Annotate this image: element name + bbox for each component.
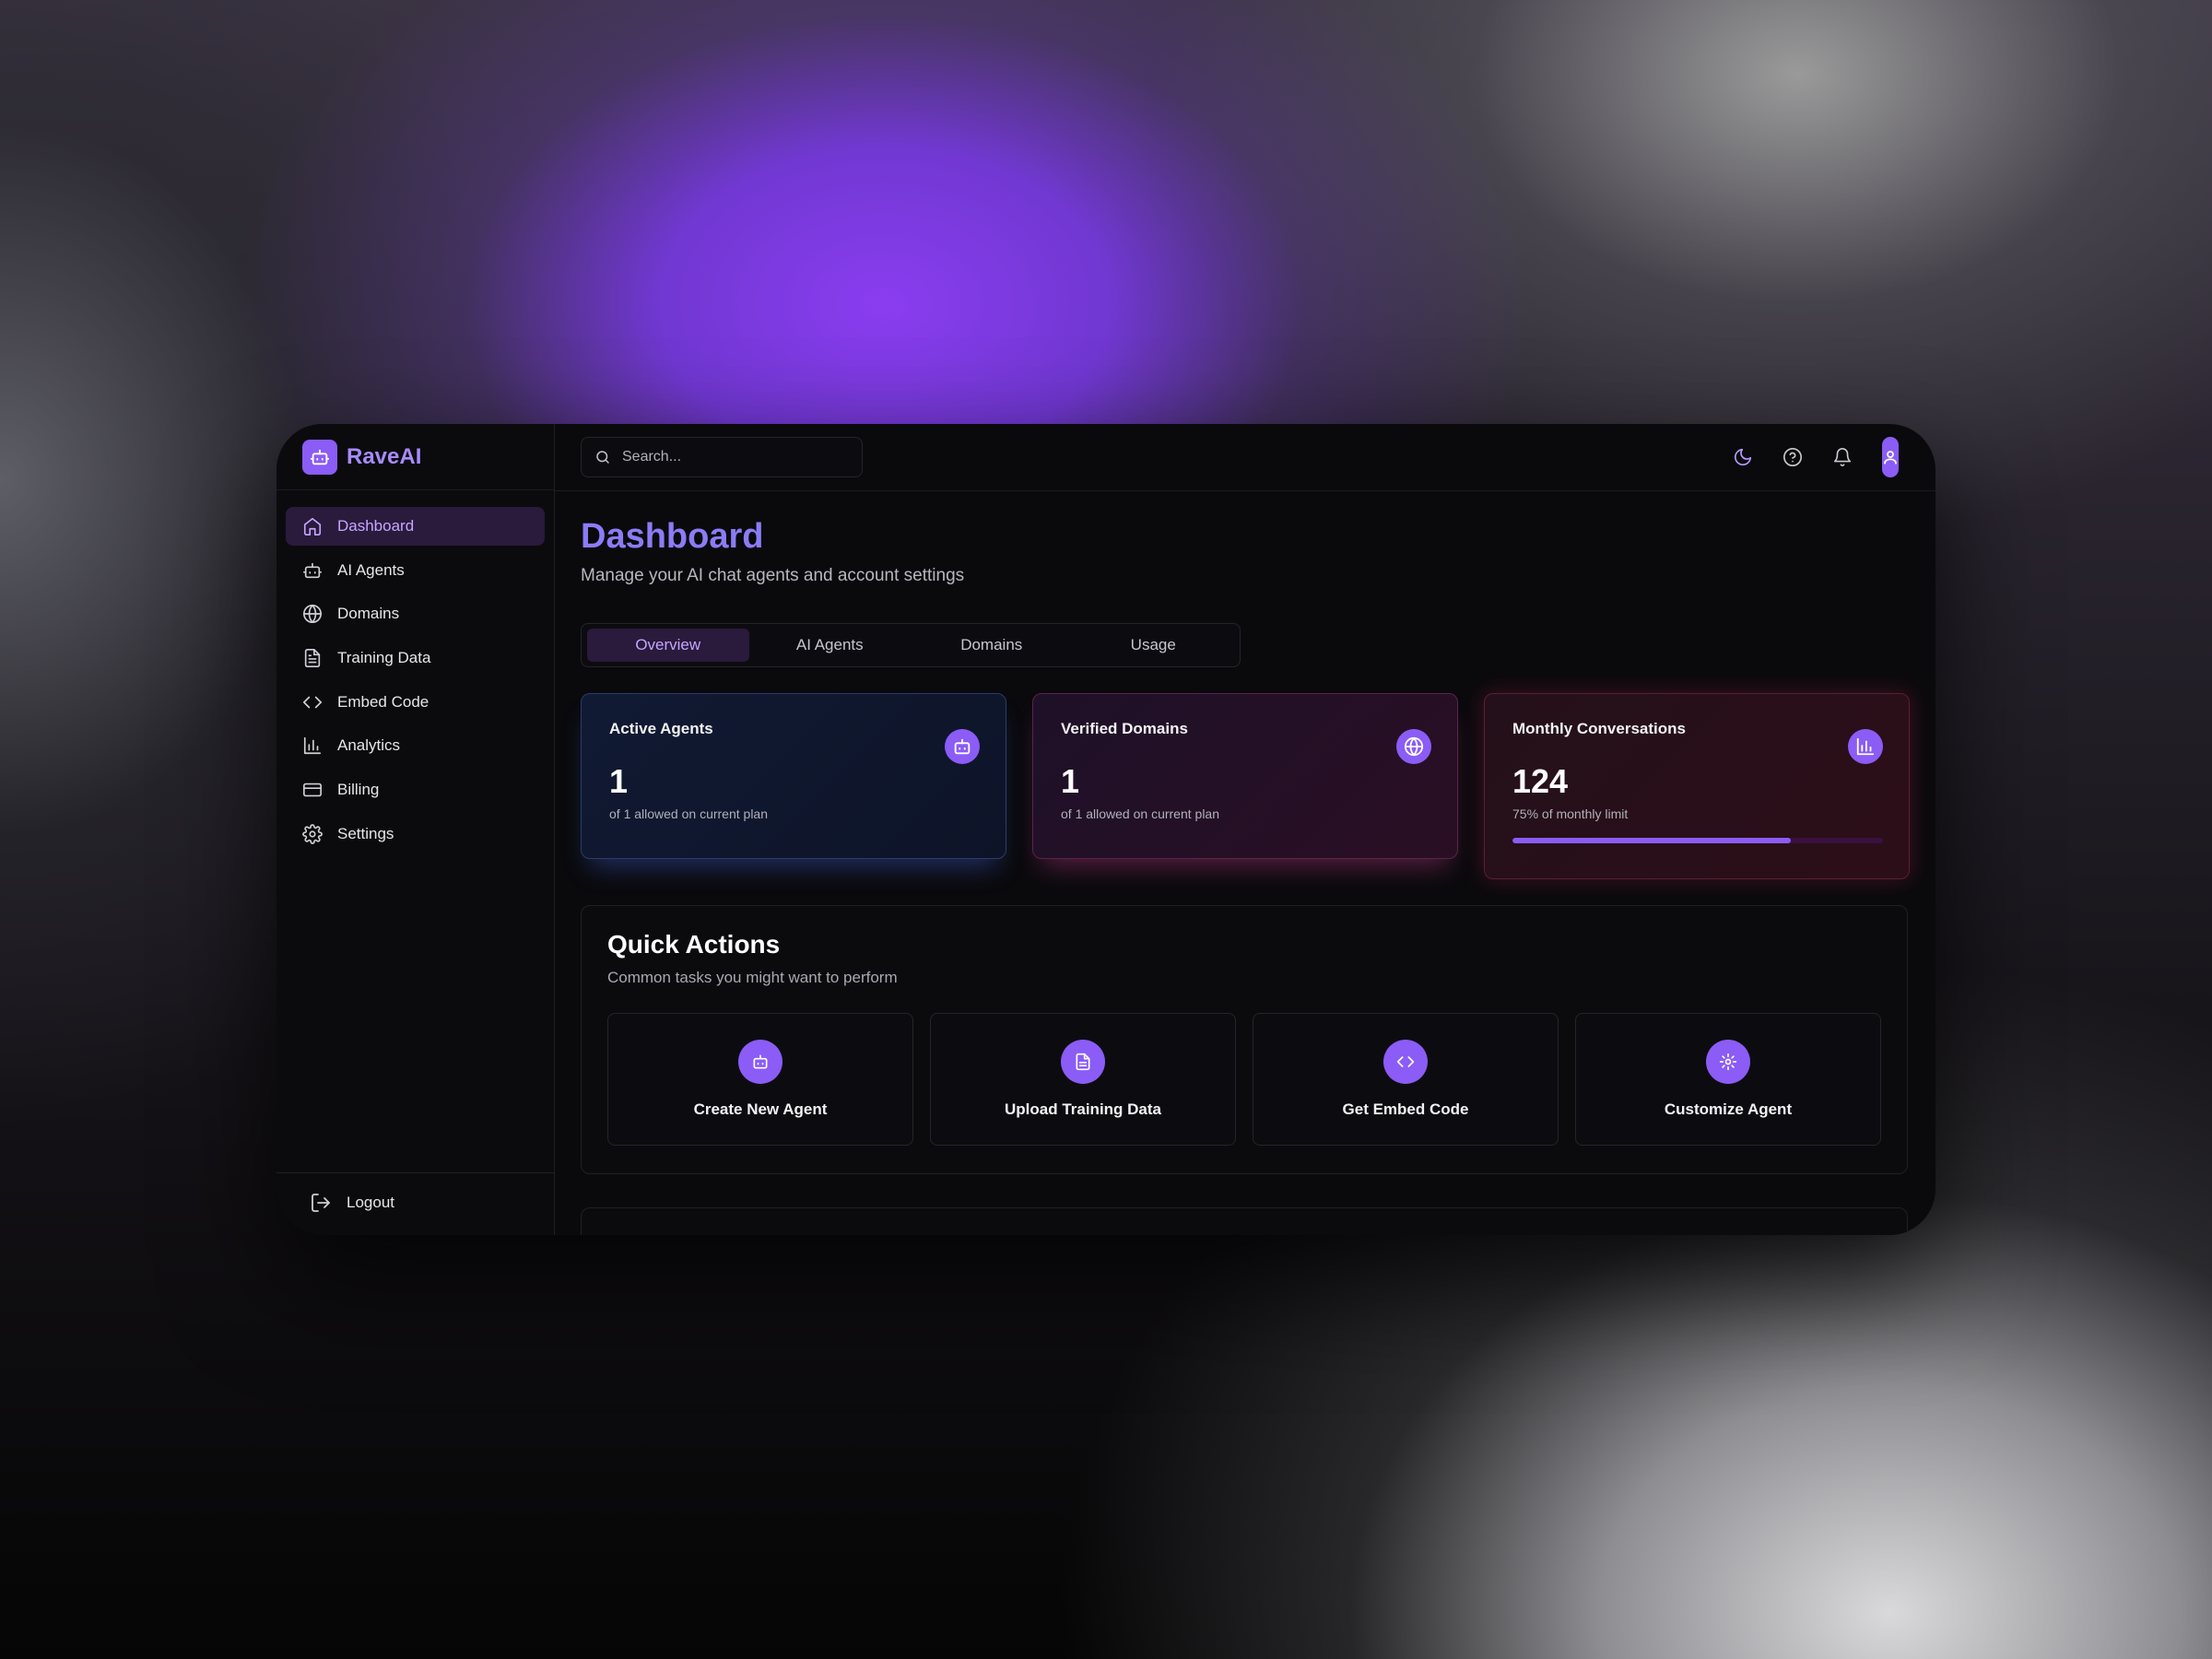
search-input[interactable] [622,449,843,465]
brand[interactable]: RaveAI [276,424,554,490]
bar-chart-icon [303,737,322,755]
quick-actions-panel: Quick Actions Common tasks you might wan… [581,905,1908,1174]
sidebar-item-analytics[interactable]: Analytics [286,726,545,765]
stat-note: 75% of monthly limit [1512,806,1629,821]
quick-actions-subtitle: Common tasks you might want to perform [607,969,898,986]
stat-note: of 1 allowed on current plan [1061,806,1219,821]
get-embed-code-button[interactable]: Get Embed Code [1253,1013,1559,1146]
action-label: Upload Training Data [1004,1100,1162,1118]
tab-usage[interactable]: Usage [1073,629,1235,662]
sidebar-item-dashboard[interactable]: Dashboard [286,507,545,546]
tab-bar: Overview AI Agents Domains Usage [581,623,1241,667]
gear-icon [1706,1040,1750,1084]
dashboard-content: Dashboard Manage your AI chat agents and… [555,491,1936,1174]
file-text-icon [1061,1040,1105,1084]
stat-card-verified-domains: Verified Domains 1 of 1 allowed on curre… [1032,693,1458,859]
usage-progress-bar [1512,838,1883,843]
logout-label: Logout [347,1193,394,1211]
logout-icon [312,1193,330,1212]
tab-overview[interactable]: Overview [587,629,749,662]
bar-chart-icon [1848,729,1883,764]
credit-card-icon [303,782,322,797]
stat-title: Active Agents [609,720,713,737]
quick-actions-title: Quick Actions [607,930,781,959]
sidebar-item-domains[interactable]: Domains [286,594,545,633]
sidebar-item-label: AI Agents [337,560,405,579]
bot-icon [945,729,980,764]
bot-icon [738,1040,782,1084]
page-title: Dashboard [581,517,764,556]
gear-icon [302,823,323,844]
user-icon [1884,451,1897,465]
logout-button[interactable]: Logout [276,1172,554,1231]
action-label: Get Embed Code [1342,1100,1469,1118]
sidebar-item-label: Settings [337,824,394,842]
sidebar: RaveAI Dashboard AI Agents Domains Train… [276,424,555,1235]
app-window: RaveAI Dashboard AI Agents Domains Train… [276,424,1936,1235]
stat-value: 1 [609,762,629,800]
sidebar-item-label: Domains [337,605,400,623]
home-icon [303,517,322,535]
globe-icon [1396,729,1431,764]
stat-title: Verified Domains [1061,720,1188,737]
stat-value: 124 [1512,762,1569,800]
stat-card-active-agents: Active Agents 1 of 1 allowed on current … [581,693,1006,859]
stat-note: of 1 allowed on current plan [609,806,768,821]
sidebar-item-label: Analytics [337,736,401,755]
create-new-agent-button[interactable]: Create New Agent [607,1013,913,1146]
bell-icon[interactable] [1832,447,1853,467]
sidebar-item-label: Dashboard [337,517,415,535]
action-label: Customize Agent [1664,1100,1793,1118]
quick-actions-list: Create New Agent Upload Training Data Ge… [607,1013,1881,1146]
avatar[interactable] [1882,437,1899,477]
page-subtitle: Manage your AI chat agents and account s… [581,566,965,585]
action-label: Create New Agent [693,1100,828,1118]
sidebar-item-label: Billing [337,781,380,799]
stat-value: 1 [1061,762,1080,800]
sidebar-item-label: Training Data [337,649,431,667]
code-icon [1383,1040,1428,1084]
upload-training-data-button[interactable]: Upload Training Data [930,1013,1236,1146]
next-panel [581,1207,1908,1235]
moon-icon[interactable] [1733,447,1753,467]
stats-cards: Active Agents 1 of 1 allowed on current … [581,693,1910,879]
main-area: Dashboard Manage your AI chat agents and… [555,424,1936,1235]
sidebar-item-embed-code[interactable]: Embed Code [286,683,545,722]
usage-progress-fill [1512,838,1791,843]
stat-card-monthly-conversations: Monthly Conversations 124 75% of monthly… [1484,693,1910,879]
sidebar-nav: Dashboard AI Agents Domains Training Dat… [276,490,554,1172]
sidebar-item-ai-agents[interactable]: AI Agents [286,551,545,590]
tab-domains[interactable]: Domains [911,629,1073,662]
code-icon [303,696,322,709]
bot-icon [302,439,337,475]
sidebar-item-settings[interactable]: Settings [286,815,545,853]
tab-ai-agents[interactable]: AI Agents [749,629,912,662]
help-icon[interactable] [1783,447,1803,467]
topbar [555,424,1936,491]
brand-name: RaveAI [347,443,422,469]
search-box[interactable] [581,437,863,477]
bot-icon [303,562,322,578]
sidebar-item-training-data[interactable]: Training Data [286,639,545,677]
search-icon [596,451,609,464]
sidebar-item-label: Embed Code [337,692,429,711]
topbar-actions [1733,437,1899,477]
file-text-icon [304,649,321,668]
sidebar-item-billing[interactable]: Billing [286,771,545,809]
stat-title: Monthly Conversations [1512,720,1686,737]
customize-agent-button[interactable]: Customize Agent [1575,1013,1881,1146]
globe-icon [303,605,322,624]
